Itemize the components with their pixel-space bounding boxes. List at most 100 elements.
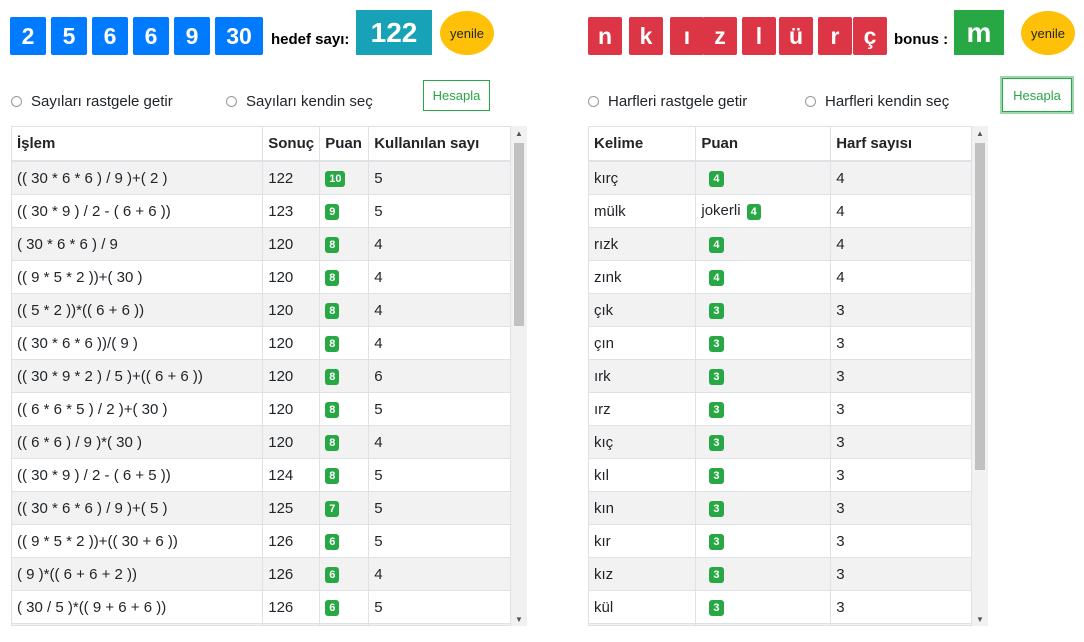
- scroll-thumb[interactable]: [975, 143, 985, 470]
- column-header[interactable]: Kullanılan sayı: [368, 127, 510, 162]
- table-row[interactable]: mülk jokerli 4 4: [589, 194, 971, 228]
- table-row[interactable]: çın 3 3: [589, 326, 971, 360]
- numbers-refresh-button[interactable]: yenile: [440, 11, 494, 55]
- result-cell: 126: [262, 557, 321, 591]
- letters-calculate-button[interactable]: Hesapla: [1002, 78, 1072, 112]
- word-cell: çık: [589, 293, 697, 327]
- result-cell: 120: [262, 425, 321, 459]
- table-row[interactable]: (( 6 * 6 * 5 ) / 2 )+( 30 ) 120 8 5: [12, 392, 510, 426]
- numbers-random-radio[interactable]: Sayıları rastgele getir: [11, 93, 173, 110]
- operation-cell: (( 9 * 5 * 2 ))+(( 30 + 6 )): [12, 524, 264, 558]
- score-badge: 3: [709, 368, 724, 385]
- letters-results-table: Kelime Puan Harf sayısı kırç 4 4 mülk jokerl…: [588, 126, 972, 626]
- letter-count-cell: 3: [830, 359, 971, 393]
- used-count-cell: 5: [368, 392, 510, 426]
- result-cell: 120: [262, 326, 321, 360]
- table-row[interactable]: (( 9 * 5 * 2 ))+( 30 ) 120 8 4: [12, 260, 510, 294]
- radio-label: Sayıları kendin seç: [246, 93, 373, 110]
- column-header[interactable]: Sonuç: [262, 127, 321, 162]
- operation-cell: ( 9 )*(( 6 + 6 + 2 )): [12, 557, 264, 591]
- table-row[interactable]: kıç 3 3: [589, 425, 971, 459]
- operation-cell: (( 6 * 6 * 5 ) / 2 )+( 30 ): [12, 392, 264, 426]
- table-row[interactable]: (( 9 * 5 * 2 ))+(( 30 + 6 )) 126 6 5: [12, 524, 510, 558]
- result-cell: 120: [262, 359, 321, 393]
- radio-circle[interactable]: [226, 96, 237, 107]
- letter-count-cell: 4: [830, 227, 971, 261]
- operation-cell: (( 30 * 6 * 6 ) / 9 )+( 5 ): [12, 491, 264, 525]
- table-row[interactable]: kın 3 3: [589, 491, 971, 525]
- table-row[interactable]: ( 30 * 6 * 6 ) / 9 120 8 4: [12, 227, 510, 261]
- table-row[interactable]: (( 6 * 6 ) / 9 )*( 30 ) 120 8 4: [12, 425, 510, 459]
- table-row[interactable]: ( 30 / 5 )*(( 9 + 6 + 6 )) 126 6 5: [12, 590, 510, 624]
- score-cell: 8: [319, 260, 370, 294]
- scroll-up-icon[interactable]: ▲: [511, 126, 527, 140]
- score-cell: 3: [695, 392, 832, 426]
- table-row[interactable]: kül 3 3: [589, 590, 971, 624]
- number-tile: 30: [215, 17, 263, 55]
- score-cell: 3: [695, 458, 832, 492]
- numbers-scrollbar[interactable]: ▲ ▼: [511, 126, 527, 626]
- table-row[interactable]: zınk 4 4: [589, 260, 971, 294]
- operation-cell: (( 5 * 2 ))*(( 6 + 6 )): [12, 293, 264, 327]
- table-row[interactable]: kıl 3 3: [589, 458, 971, 492]
- scroll-up-icon[interactable]: ▲: [972, 126, 988, 140]
- letter-count-cell: 3: [830, 425, 971, 459]
- operation-cell: (( 30 * 9 ) / 2 - ( 6 + 6 )): [12, 194, 264, 228]
- score-cell: [319, 623, 370, 625]
- score-badge: 3: [709, 566, 724, 583]
- table-row[interactable]: ( 9 )*(( 6 + 6 + 2 )) 126 6 4: [12, 557, 510, 591]
- table-row[interactable]: kır 3 3: [589, 524, 971, 558]
- table-row[interactable]: (( 5 * 2 ))*(( 6 + 6 )) 120 8 4: [12, 293, 510, 327]
- letter-count-cell: [830, 623, 971, 625]
- table-row[interactable]: [12, 623, 510, 625]
- used-count-cell: 5: [368, 194, 510, 228]
- letters-refresh-button[interactable]: yenile: [1021, 11, 1075, 55]
- column-header[interactable]: İşlem: [12, 127, 264, 162]
- column-header[interactable]: Kelime: [589, 127, 697, 162]
- table-row[interactable]: (( 30 * 9 * 2 ) / 5 )+(( 6 + 6 )) 120 8 6: [12, 359, 510, 393]
- table-row[interactable]: (( 30 * 6 * 6 ) / 9 )+( 2 ) 122 10 5: [12, 160, 510, 195]
- column-header[interactable]: Puan: [695, 127, 832, 162]
- table-row[interactable]: (( 30 * 6 * 6 ))/( 9 ) 120 8 4: [12, 326, 510, 360]
- table-row[interactable]: ırk 3 3: [589, 359, 971, 393]
- result-cell: 126: [262, 524, 321, 558]
- operation-cell: [12, 623, 264, 625]
- used-count-cell: 4: [368, 326, 510, 360]
- used-count-cell: 5: [368, 160, 510, 195]
- radio-circle[interactable]: [11, 96, 22, 107]
- word-cell: ırk: [589, 359, 697, 393]
- letters-choose-radio[interactable]: Harfleri kendin seç: [805, 93, 949, 110]
- letter-count-cell: 4: [830, 194, 971, 228]
- score-cell: 8: [319, 227, 370, 261]
- word-cell: ırz: [589, 392, 697, 426]
- column-header[interactable]: Harf sayısı: [830, 127, 971, 162]
- table-row[interactable]: (( 30 * 9 ) / 2 - ( 6 + 5 )) 124 8 5: [12, 458, 510, 492]
- scroll-down-icon[interactable]: ▼: [511, 612, 527, 626]
- score-cell: 8: [319, 293, 370, 327]
- word-cell: [589, 623, 697, 625]
- scroll-down-icon[interactable]: ▼: [972, 612, 988, 626]
- numbers-calculate-button[interactable]: Hesapla: [423, 80, 490, 111]
- radio-circle[interactable]: [588, 96, 599, 107]
- score-cell: 6: [319, 590, 370, 624]
- scroll-thumb[interactable]: [514, 143, 524, 326]
- letters-random-radio[interactable]: Harfleri rastgele getir: [588, 93, 747, 110]
- table-header-row: İşlem Sonuç Puan Kullanılan sayı: [12, 127, 510, 162]
- letter-count-cell: 3: [830, 524, 971, 558]
- bonus-letter: m: [954, 10, 1004, 55]
- letters-scrollbar[interactable]: ▲ ▼: [972, 126, 988, 626]
- radio-circle[interactable]: [805, 96, 816, 107]
- numbers-choose-radio[interactable]: Sayıları kendin seç: [226, 93, 373, 110]
- table-row[interactable]: (( 30 * 6 * 6 ) / 9 )+( 5 ) 125 7 5: [12, 491, 510, 525]
- table-row[interactable]: rızk 4 4: [589, 227, 971, 261]
- table-row[interactable]: kırç 4 4: [589, 160, 971, 195]
- operation-cell: (( 30 * 9 * 2 ) / 5 )+(( 6 + 6 )): [12, 359, 264, 393]
- result-cell: 125: [262, 491, 321, 525]
- table-row[interactable]: çık 3 3: [589, 293, 971, 327]
- table-row[interactable]: [589, 623, 971, 625]
- table-row[interactable]: ırz 3 3: [589, 392, 971, 426]
- word-cell: kız: [589, 557, 697, 591]
- table-row[interactable]: (( 30 * 9 ) / 2 - ( 6 + 6 )) 123 9 5: [12, 194, 510, 228]
- column-header[interactable]: Puan: [319, 127, 370, 162]
- table-row[interactable]: kız 3 3: [589, 557, 971, 591]
